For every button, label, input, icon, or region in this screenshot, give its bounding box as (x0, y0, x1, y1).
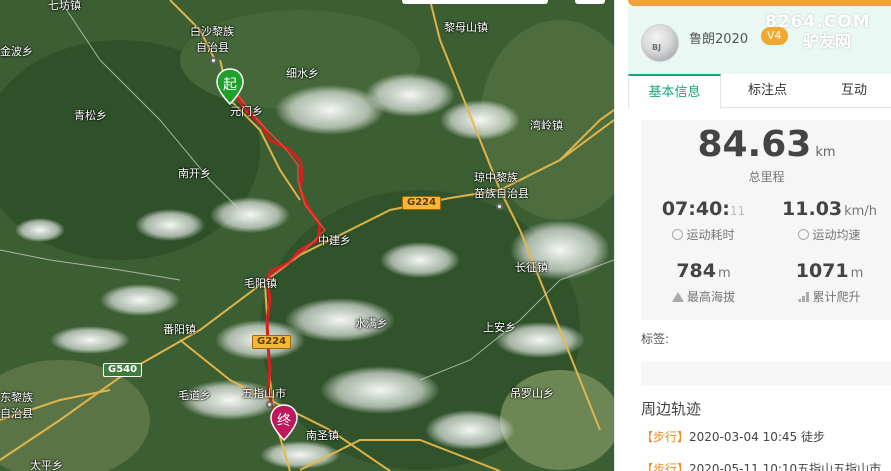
tab-interaction[interactable]: 互动 (814, 74, 891, 108)
place-label: 元门乡 (230, 105, 263, 118)
place-label: 毛阳镇 (244, 277, 277, 290)
place-label: 黎母山镇 (444, 21, 488, 34)
avatar-mark: BJ (652, 43, 662, 52)
max-altitude-label: 最高海拔 (686, 290, 735, 304)
info-tabs: 基本信息 标注点 互动 (628, 74, 891, 109)
place-label: 五指山市 (242, 387, 286, 400)
total-climb-label: 累计爬升 (812, 290, 861, 304)
place-label: 白沙黎族 (190, 25, 234, 38)
total-climb-unit: m (850, 266, 864, 281)
moving-time: 07:40:11 运动耗时 (641, 198, 766, 243)
road-shield-g224: G224 (402, 196, 442, 210)
avg-speed-value: 11.03 (782, 198, 843, 220)
place-label: 自治县 (196, 41, 229, 54)
clock-icon (672, 229, 684, 240)
total-distance-value: 84.63 (697, 124, 812, 165)
total-distance-label: 总里程 (748, 170, 785, 184)
total-distance: 84.63 km (641, 124, 891, 165)
place-label: 青松乡 (74, 109, 107, 122)
track-info-panel: BJ 鲁朗2020 V4 8264.COM 驴友网 基本信息 标注点 互动 84… (614, 0, 891, 471)
total-climb-value: 1071 (795, 260, 849, 282)
place-label: 番阳镇 (163, 323, 196, 336)
place-label: 湾岭镇 (530, 119, 563, 132)
place-label: 细水乡 (286, 67, 319, 80)
place-label: 中建乡 (318, 234, 351, 247)
avg-speed-label: 运动均速 (812, 228, 861, 242)
max-altitude-value: 784 (676, 260, 716, 282)
max-altitude: 784 m 最高海拔 (641, 260, 766, 305)
tab-annotations[interactable]: 标注点 (721, 74, 814, 108)
start-marker[interactable]: 起 (215, 68, 245, 106)
road-shield-g540: G540 (103, 363, 143, 377)
place-label: 吊罗山乡 (510, 387, 554, 400)
place-label: 南圣镇 (306, 429, 339, 442)
place-label: 太平乡 (30, 459, 63, 471)
tags-area (641, 362, 891, 386)
climb-icon (798, 292, 810, 302)
speedometer-icon (798, 229, 810, 240)
place-label: 东黎族 (0, 391, 33, 404)
moving-time-label: 运动耗时 (686, 228, 735, 242)
track-type: 【步行】 (641, 430, 690, 444)
mountain-icon (671, 292, 684, 302)
track-type: 【步行】 (641, 462, 690, 471)
end-marker-label: 终 (277, 413, 291, 429)
place-label: 自治县 (0, 407, 33, 420)
town-dot (210, 57, 217, 64)
map-view[interactable]: G224 G224 G540 七坊镇 白沙黎族 自治县 金波乡 细水乡 元门乡 … (0, 0, 614, 471)
town-dot (496, 203, 503, 210)
place-label: 长征镇 (515, 261, 548, 274)
map-top-control-2[interactable] (575, 0, 605, 4)
max-altitude-unit: m (718, 266, 731, 281)
track-title: 2020-05-11 10:10五指山五指山市 (689, 462, 882, 471)
site-watermark-text: 驴友网 (803, 32, 852, 51)
place-label: 苗族自治县 (474, 187, 529, 200)
place-label: 七坊镇 (48, 0, 81, 12)
username[interactable]: 鲁朗2020 (689, 28, 748, 47)
moving-time-value: 07:40: (661, 198, 730, 220)
end-marker[interactable]: 终 (269, 404, 299, 442)
nearby-track-item[interactable]: 【步行】2020-03-04 10:45 徒步 (641, 428, 825, 445)
nearby-tracks-title: 周边轨迹 (641, 400, 702, 418)
track-title: 2020-03-04 10:45 徒步 (689, 430, 825, 444)
stats-box: 84.63 km 总里程 07:40:11 运动耗时 11.03 km/h 运动均速… (641, 120, 891, 320)
avg-speed-unit: km/h (844, 204, 877, 219)
place-label: 南开乡 (178, 167, 211, 180)
place-label: 水满乡 (355, 317, 388, 330)
moving-time-seconds: 11 (729, 204, 746, 218)
place-label: 金波乡 (0, 45, 33, 58)
place-label: 琼中黎族 (474, 171, 518, 184)
place-label: 上安乡 (483, 321, 516, 334)
map-top-control[interactable] (402, 0, 548, 4)
avatar[interactable]: BJ (641, 24, 679, 62)
avg-speed: 11.03 km/h 运动均速 (767, 198, 891, 243)
start-marker-label: 起 (223, 77, 237, 93)
place-label: 毛道乡 (178, 389, 211, 402)
road-shield-g224-south: G224 (252, 335, 292, 349)
tags-label: 标签: (641, 332, 670, 346)
total-distance-unit: km (815, 145, 836, 160)
tab-basic-info[interactable]: 基本信息 (628, 74, 721, 109)
nearby-track-item[interactable]: 【步行】2020-05-11 10:10五指山五指山市 (641, 460, 881, 471)
total-climb: 1071 m 累计爬升 (767, 260, 891, 305)
